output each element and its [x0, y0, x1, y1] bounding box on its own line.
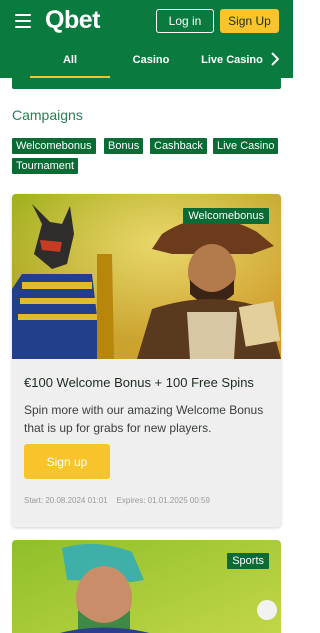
tab-live-casino[interactable]: Live Casino	[196, 44, 268, 76]
filter-chip-cashback[interactable]: Cashback	[150, 138, 207, 154]
promo-card-sports[interactable]: Sports	[12, 540, 281, 633]
promo-signup-button[interactable]: Sign up	[24, 444, 110, 479]
promo-category-badge: Welcomebonus	[183, 208, 269, 224]
login-button[interactable]: Log in	[156, 9, 214, 33]
promo-start-date: Start: 20.08.2024 01:01	[24, 496, 108, 505]
filter-chip-tournament[interactable]: Tournament	[12, 158, 79, 174]
filter-chip-welcomebonus[interactable]: Welcomebonus	[12, 138, 96, 154]
promo-description: Spin more with our amazing Welcome Bonus…	[24, 403, 264, 435]
promo-card-welcome[interactable]: Welcomebonus €100 Welcome Bonus + 100 Fr…	[12, 194, 281, 527]
qbet-logo[interactable]: Qbet	[45, 6, 100, 35]
hamburger-icon[interactable]	[15, 14, 31, 28]
campaigns-heading: Campaigns	[12, 107, 83, 123]
promo-title: €100 Welcome Bonus + 100 Free Spins	[24, 375, 254, 390]
signup-button[interactable]: Sign Up	[220, 9, 279, 33]
filter-chip-bonus[interactable]: Bonus	[104, 138, 144, 154]
chevron-right-icon[interactable]	[271, 52, 280, 69]
promo-expiry-date: Expires: 01.01.2025 00:59	[116, 496, 210, 505]
tab-all[interactable]: All	[30, 44, 110, 76]
category-tabs: All Casino Live Casino	[0, 44, 293, 78]
tab-casino[interactable]: Casino	[118, 44, 184, 76]
top-header: Qbet Log in Sign Up All Casino Live Casi…	[0, 0, 293, 78]
filter-chip-live-casino[interactable]: Live Casino	[213, 138, 279, 154]
green-divider-strip	[12, 78, 281, 89]
promo-category-badge: Sports	[227, 553, 269, 569]
promo-dates: Start: 20.08.2024 01:01 Expires: 01.01.2…	[24, 496, 210, 505]
